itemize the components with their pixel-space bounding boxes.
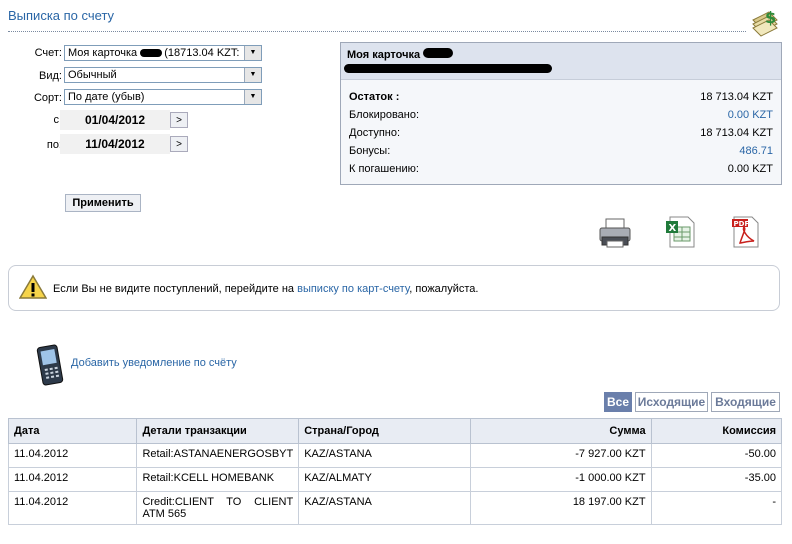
card-account-statement-link[interactable]: выписку по карт-счету: [297, 283, 409, 295]
cell-commission: -50.00: [650, 443, 783, 468]
card-row-value[interactable]: 0.00 KZT: [728, 109, 773, 121]
cell-date: 11.04.2012: [7, 491, 138, 525]
cell-date: 11.04.2012: [7, 443, 138, 468]
cell-date: 11.04.2012: [7, 467, 138, 492]
account-label: Счет:: [34, 47, 62, 59]
tab-incoming[interactable]: Входящие: [711, 392, 780, 412]
card-row-value: 0.00 KZT: [727, 163, 773, 175]
to-date-field[interactable]: 11/04/2012: [60, 134, 170, 154]
card-row-label: Доступно:: [349, 127, 401, 139]
notice-box: Если Вы не видите поступлений, перейдите…: [8, 265, 780, 311]
cell-amount: -1 000.00 KZT: [469, 467, 652, 492]
redacted-block: [423, 48, 453, 58]
from-date-button[interactable]: >: [170, 112, 188, 128]
redacted-block: [344, 64, 552, 73]
pdf-icon[interactable]: PDF: [730, 215, 762, 249]
sort-select-value: По дате (убыв): [68, 91, 145, 103]
card-name: Моя карточка: [347, 49, 421, 61]
view-select[interactable]: Обычный ▼: [64, 67, 262, 83]
notice-text: Если Вы не видите поступлений, перейдите…: [53, 283, 478, 295]
table-row: 11.04.2012 Retail:ASTANAENERGOSBYT KAZ/AST…: [7, 443, 783, 468]
view-label: Вид:: [39, 70, 62, 82]
column-header-commission: Комиссия: [650, 418, 783, 444]
apply-button[interactable]: Применить: [65, 194, 141, 212]
card-row-label: Блокировано:: [349, 109, 420, 121]
card-row-label: К погашению:: [349, 163, 419, 175]
card-header: Моя карточка: [341, 43, 781, 80]
title-divider: [8, 31, 746, 32]
chevron-down-icon: ▼: [244, 46, 261, 60]
printer-icon[interactable]: [598, 217, 632, 249]
tab-outgoing[interactable]: Исходящие: [635, 392, 708, 412]
table-row: 11.04.2012 Retail:KCELL HOMEBANK KAZ/ALMAT…: [7, 467, 783, 492]
from-label: с:: [53, 114, 62, 126]
account-select[interactable]: Моя карточка (18713.04 KZT: ▼: [64, 45, 262, 61]
excel-icon[interactable]: X: [664, 215, 696, 249]
card-summary-panel: Моя карточка Остаток : 18 713.04 KZT Блоки…: [340, 42, 782, 185]
column-header-country-city: Страна/Город: [298, 418, 471, 444]
card-row-label: Бонусы:: [349, 145, 391, 157]
tab-all[interactable]: Все: [604, 392, 632, 412]
card-row-label: Остаток :: [349, 91, 400, 103]
cell-amount: 18 197.00 KZT: [469, 491, 652, 525]
svg-text:X: X: [669, 223, 677, 234]
cell-country-city: KAZ/ALMATY: [298, 467, 471, 492]
view-select-value: Обычный: [68, 69, 117, 81]
account-select-suffix: (18713.04 KZT:: [164, 47, 240, 59]
sort-select[interactable]: По дате (убыв) ▼: [64, 89, 262, 105]
cell-details: Retail:KCELL HOMEBANK: [136, 467, 300, 492]
cell-details: Retail:ASTANAENERGOSBYT: [136, 443, 300, 468]
column-header-date: Дата: [7, 418, 138, 444]
to-label: по:: [46, 139, 62, 151]
notice-post: , пожалуйста.: [409, 283, 479, 295]
add-notification-link[interactable]: Добавить уведомление по счёту: [71, 357, 237, 369]
redacted-block: [140, 49, 163, 58]
cell-commission: -: [650, 491, 783, 525]
cell-commission: -35.00: [650, 467, 783, 492]
money-statement-icon: $: [750, 6, 780, 38]
chevron-down-icon: ▼: [244, 90, 261, 104]
column-header-details: Детали транзакции: [136, 418, 300, 444]
card-row-value: 18 713.04 KZT: [700, 127, 773, 139]
from-date-field[interactable]: 01/04/2012: [60, 110, 170, 130]
column-header-amount: Сумма: [469, 418, 652, 444]
cell-country-city: KAZ/ASTANA: [298, 491, 471, 525]
page-title: Выписка по счету: [8, 8, 115, 23]
account-select-value: Моя карточка: [68, 47, 141, 59]
chevron-down-icon: ▼: [244, 68, 261, 82]
cell-country-city: KAZ/ASTANA: [298, 443, 471, 468]
card-row-value: 18 713.04 KZT: [700, 91, 773, 103]
table-row: 11.04.2012 Credit:CLIENT TO CLIENT ATM 56…: [7, 491, 783, 525]
cell-details: Credit:CLIENT TO CLIENT ATM 565: [136, 491, 300, 525]
cell-amount: -7 927.00 KZT: [469, 443, 652, 468]
sort-label: Сорт:: [33, 92, 62, 104]
transactions-table: Дата Детали транзакции Страна/Город Сумм…: [7, 418, 783, 525]
notice-pre: Если Вы не видите поступлений, перейдите…: [53, 283, 298, 295]
warning-icon: [18, 274, 48, 300]
to-date-button[interactable]: >: [170, 136, 188, 152]
card-row-value[interactable]: 486.71: [739, 145, 773, 157]
svg-text:$: $: [765, 8, 776, 27]
svg-text:PDF: PDF: [734, 220, 750, 228]
phone-icon[interactable]: [36, 344, 66, 386]
table-header-row: Дата Детали транзакции Страна/Город Сумм…: [7, 418, 783, 444]
